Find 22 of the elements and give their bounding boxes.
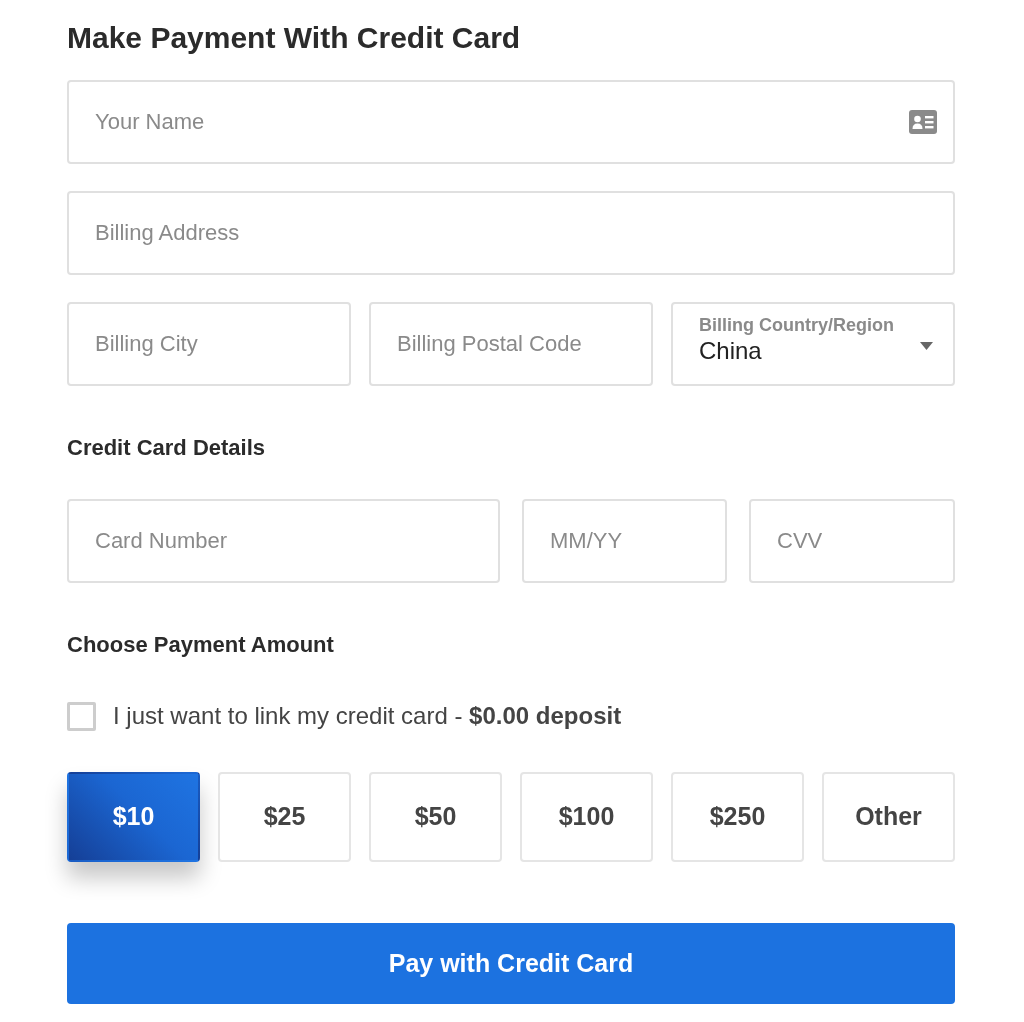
- amount-button[interactable]: $10: [67, 772, 200, 862]
- name-field[interactable]: Your Name: [67, 80, 955, 164]
- country-select[interactable]: Billing Country/Region China: [671, 302, 955, 386]
- text-field[interactable]: Billing Address: [67, 191, 955, 275]
- text-field[interactable]: Billing Postal Code: [369, 302, 653, 386]
- section-heading: Credit Card Details: [67, 435, 267, 461]
- checkbox-label: I just want to link my credit card - $0.00 deposit: [113, 701, 622, 731]
- amount-button[interactable]: $50: [369, 772, 502, 862]
- caret-icon: [920, 342, 933, 350]
- amount-button[interactable]: $25: [218, 772, 351, 862]
- text-field[interactable]: CVV: [749, 499, 955, 583]
- pay-button[interactable]: Pay with Credit Card: [67, 923, 955, 1004]
- text-field[interactable]: Billing City: [67, 302, 351, 386]
- text-field[interactable]: MM/YY: [522, 499, 727, 583]
- section-heading: Choose Payment Amount: [67, 632, 335, 658]
- amount-button[interactable]: Other: [822, 772, 955, 862]
- id-card-icon: [909, 110, 937, 134]
- checkbox[interactable]: [67, 701, 96, 731]
- amount-button[interactable]: $100: [520, 772, 653, 862]
- amount-button[interactable]: $250: [671, 772, 804, 862]
- text-field[interactable]: Card Number: [67, 499, 500, 583]
- page-title: Make Payment With Credit Card: [67, 20, 522, 56]
